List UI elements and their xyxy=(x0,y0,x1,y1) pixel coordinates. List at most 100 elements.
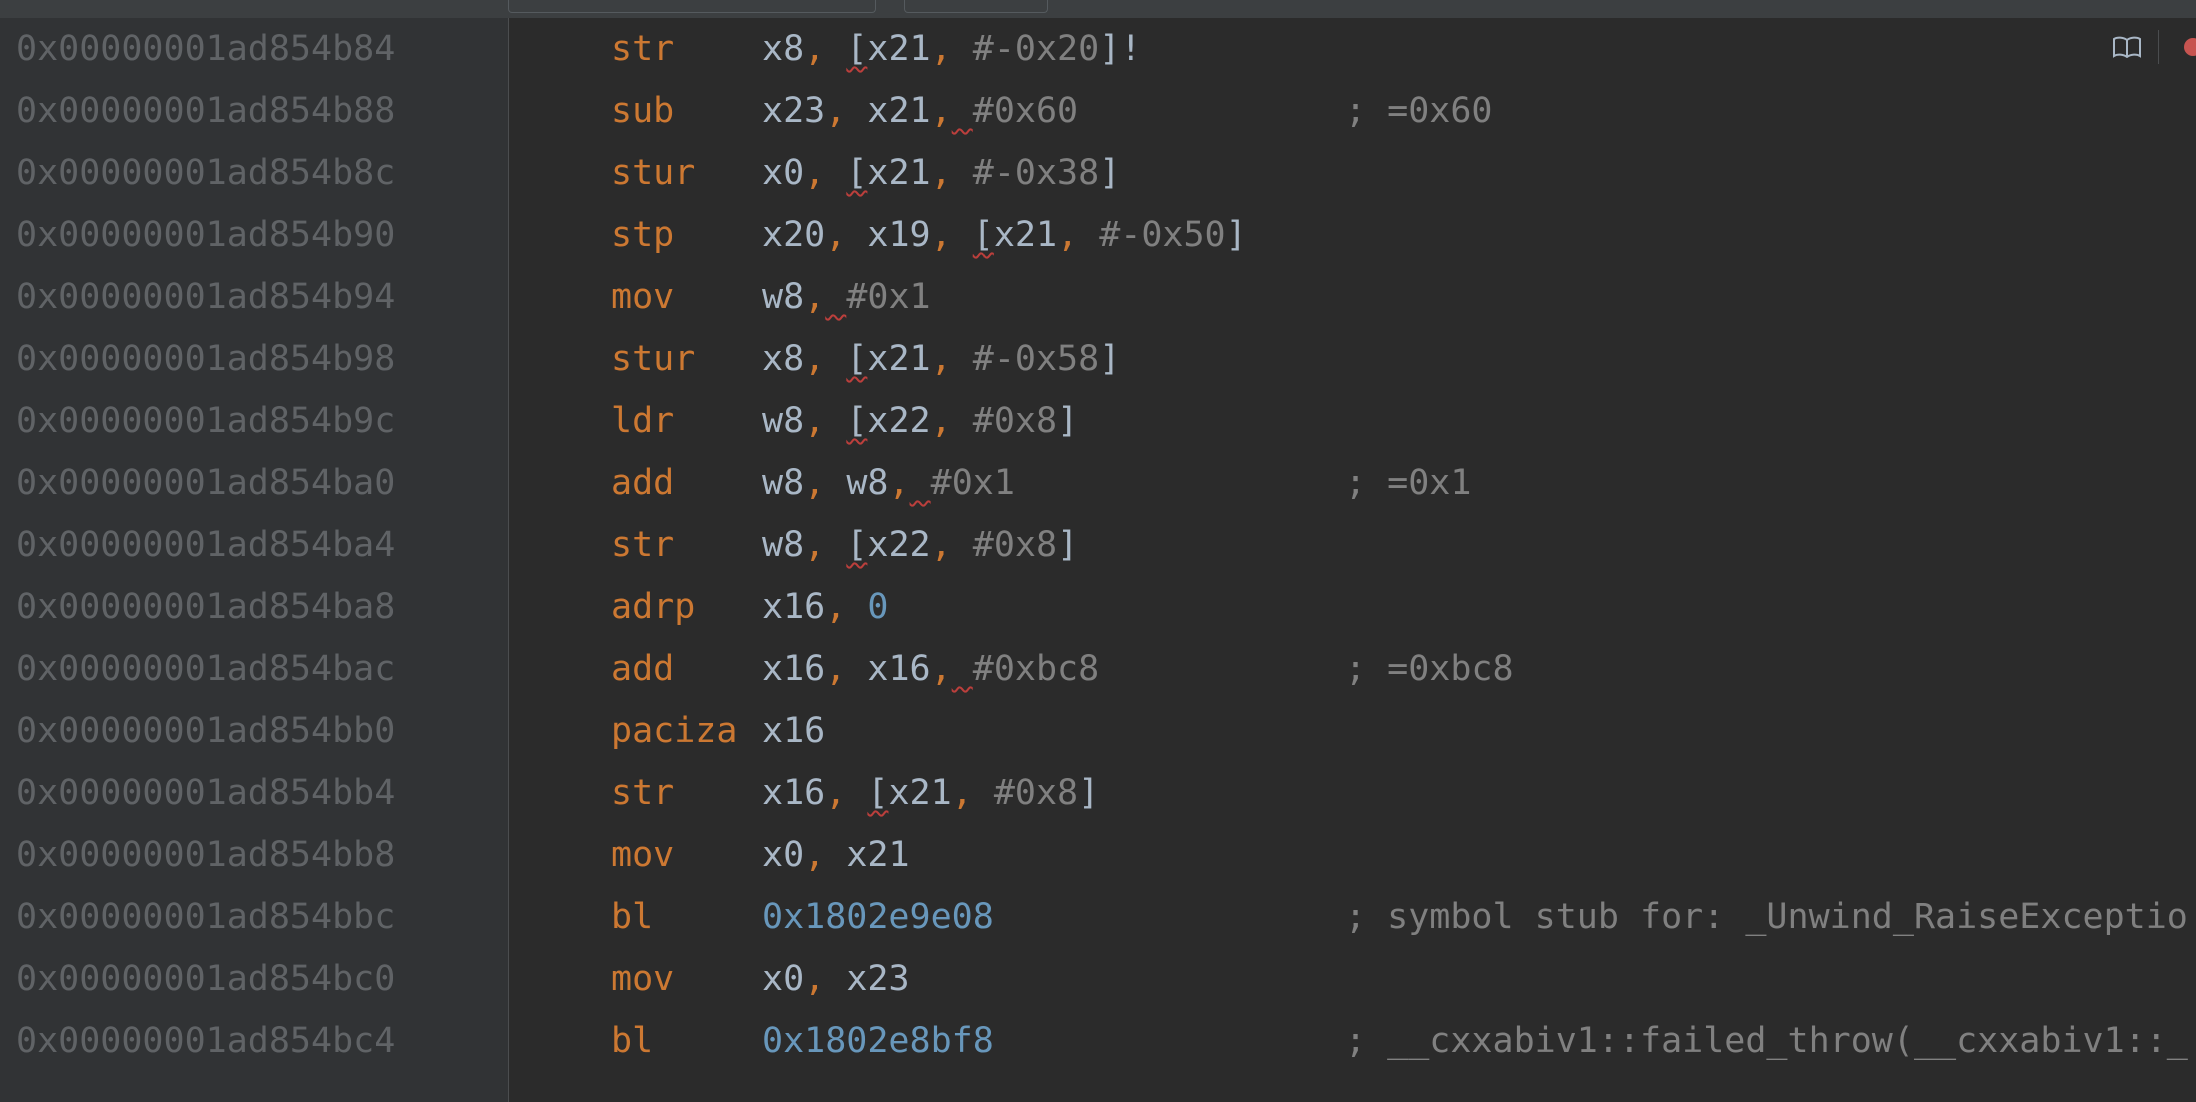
operand-token: #0x60 xyxy=(972,91,1079,131)
operand-token: [ xyxy=(846,339,868,379)
operand-token: x21 xyxy=(867,339,931,379)
operand-token: , xyxy=(930,91,952,131)
instruction-address: 0x00000001ad854b8c xyxy=(16,153,396,193)
disassembly-row[interactable]: 0x00000001ad854b84 str x8, [x21, #-0x20]! xyxy=(0,18,2196,80)
instruction-mnemonic: add xyxy=(611,463,675,503)
operand-token: , xyxy=(1057,215,1100,255)
disassembly-row[interactable]: 0x00000001ad854bbc bl 0x1802e9e08 ; symbol … xyxy=(0,886,2196,948)
operand-token: x0 xyxy=(762,835,805,875)
instruction-comment: ; symbol stub for: _Unwind_RaiseExceptio xyxy=(1345,897,2188,937)
disassembly-row[interactable]: 0x00000001ad854bc0 mov x0, x23 xyxy=(0,948,2196,1010)
operand-token: , xyxy=(930,29,973,69)
instruction-address: 0x00000001ad854bb0 xyxy=(16,711,396,751)
instruction-address: 0x00000001ad854b88 xyxy=(16,91,396,131)
operand-token: w8 xyxy=(762,277,805,317)
operand-token: [ xyxy=(846,401,868,441)
instruction-comment: ; =0x60 xyxy=(1345,91,1493,131)
instruction-operands: x20, x19, [x21, #-0x50] xyxy=(762,204,1247,266)
disassembly-row[interactable]: 0x00000001ad854ba4 str w8, [x22, #0x8] xyxy=(0,514,2196,576)
scrollbar-tab[interactable] xyxy=(508,0,876,13)
instruction-operands: x16, 0 xyxy=(762,576,888,638)
instruction-address: 0x00000001ad854bbc xyxy=(16,897,396,937)
operand-token: , xyxy=(804,401,847,441)
disassembly-row[interactable]: 0x00000001ad854ba0 add w8, w8, #0x1 ; =0x1 xyxy=(0,452,2196,514)
disassembly-row[interactable]: 0x00000001ad854bb8 mov x0, x21 xyxy=(0,824,2196,886)
operand-token: , xyxy=(804,339,847,379)
instruction-operands: w8, w8, #0x1 xyxy=(762,452,1015,514)
operand-token: , xyxy=(804,153,847,193)
operand-token: [ xyxy=(846,153,868,193)
operand-token: x0 xyxy=(762,153,805,193)
instruction-address: 0x00000001ad854ba8 xyxy=(16,587,396,627)
instruction-operands: x16, x16, #0xbc8 xyxy=(762,638,1099,700)
instruction-mnemonic: mov xyxy=(611,835,675,875)
operand-token: , xyxy=(825,91,868,131)
disassembly-row[interactable]: 0x00000001ad854b90 stp x20, x19, [x21, #-0… xyxy=(0,204,2196,266)
operand-token: 0x1802e8bf8 xyxy=(762,1021,994,1061)
instruction-address: 0x00000001ad854bc4 xyxy=(16,1021,396,1061)
disassembly-row[interactable]: 0x00000001ad854bac add x16, x16, #0xbc8 ; =… xyxy=(0,638,2196,700)
instruction-address: 0x00000001ad854b9c xyxy=(16,401,396,441)
disassembly-row[interactable]: 0x00000001ad854ba8 adrp x16, 0 xyxy=(0,576,2196,638)
instruction-operands: w8, [x22, #0x8] xyxy=(762,514,1078,576)
disassembly-row[interactable]: 0x00000001ad854b88 sub x23, x21, #0x60 ; =0… xyxy=(0,80,2196,142)
operand-token: w8 xyxy=(846,463,889,503)
instruction-operands: x0, [x21, #-0x38] xyxy=(762,142,1120,204)
instruction-operands: x23, x21, #0x60 xyxy=(762,80,1078,142)
operand-token: x21 xyxy=(867,29,931,69)
operand-token: , xyxy=(888,463,910,503)
operand-token: ] xyxy=(1057,525,1079,565)
instruction-address: 0x00000001ad854bc0 xyxy=(16,959,396,999)
instruction-mnemonic: str xyxy=(611,773,675,813)
operand-token: #0x1 xyxy=(930,463,1015,503)
operand-token xyxy=(952,649,973,689)
instruction-operands: x8, [x21, #-0x20]! xyxy=(762,18,1141,80)
disassembly-row[interactable]: 0x00000001ad854b94 mov w8, #0x1 xyxy=(0,266,2196,328)
disassembly-row[interactable]: 0x00000001ad854bc4 bl 0x1802e8bf8 ; __cxxab… xyxy=(0,1010,2196,1072)
breakpoint-dot-icon[interactable] xyxy=(2184,38,2196,56)
operand-token: [ xyxy=(972,215,994,255)
disassembly-row[interactable]: 0x00000001ad854bb4 str x16, [x21, #0x8] xyxy=(0,762,2196,824)
instruction-operands: x8, [x21, #-0x58] xyxy=(762,328,1120,390)
operand-token: , xyxy=(825,587,868,627)
disassembly-row[interactable]: 0x00000001ad854bb0 paciza x16 xyxy=(0,700,2196,762)
operand-token: 0x1802e9e08 xyxy=(762,897,994,937)
operand-token xyxy=(825,277,846,317)
operand-token: , xyxy=(951,773,994,813)
operand-token: x21 xyxy=(993,215,1058,255)
disassembly-row[interactable]: 0x00000001ad854b98 stur x8, [x21, #-0x58] xyxy=(0,328,2196,390)
operand-token: #-0x20 xyxy=(972,29,1100,69)
disassembly-row[interactable]: 0x00000001ad854b9c ldr w8, [x22, #0x8] xyxy=(0,390,2196,452)
instruction-mnemonic: bl xyxy=(611,1021,654,1061)
operand-token: x21 xyxy=(867,153,931,193)
instruction-operands: 0x1802e8bf8 xyxy=(762,1010,994,1072)
operand-token: ]! xyxy=(1099,29,1142,69)
operand-token: x21 xyxy=(888,773,952,813)
book-icon[interactable] xyxy=(2112,36,2142,58)
instruction-operands: x16 xyxy=(762,700,825,762)
operand-token: w8 xyxy=(762,463,805,503)
operand-token: x21 xyxy=(867,91,931,131)
instruction-operands: x0, x21 xyxy=(762,824,910,886)
operand-token: x16 xyxy=(762,587,826,627)
operand-token: x22 xyxy=(867,525,931,565)
operand-token: , xyxy=(804,29,847,69)
operand-token: x19 xyxy=(867,215,931,255)
operand-token: , xyxy=(804,959,847,999)
instruction-address: 0x00000001ad854ba4 xyxy=(16,525,396,565)
operand-token: ] xyxy=(1078,773,1100,813)
instruction-operands: w8, [x22, #0x8] xyxy=(762,390,1078,452)
disassembly-row[interactable]: 0x00000001ad854b8c stur x0, [x21, #-0x38] xyxy=(0,142,2196,204)
operand-token xyxy=(952,91,973,131)
operand-token xyxy=(910,463,931,503)
secondary-tab[interactable] xyxy=(904,0,1048,13)
operand-token: x16 xyxy=(762,773,826,813)
instruction-operands: 0x1802e9e08 xyxy=(762,886,994,948)
operand-token: #-0x50 xyxy=(1099,215,1226,255)
operand-token: [ xyxy=(846,29,868,69)
instruction-address: 0x00000001ad854bb4 xyxy=(16,773,396,813)
operand-token: x21 xyxy=(846,835,910,875)
operand-token: , xyxy=(930,649,952,689)
operand-token: #-0x58 xyxy=(972,339,1100,379)
operand-token: , xyxy=(930,153,973,193)
